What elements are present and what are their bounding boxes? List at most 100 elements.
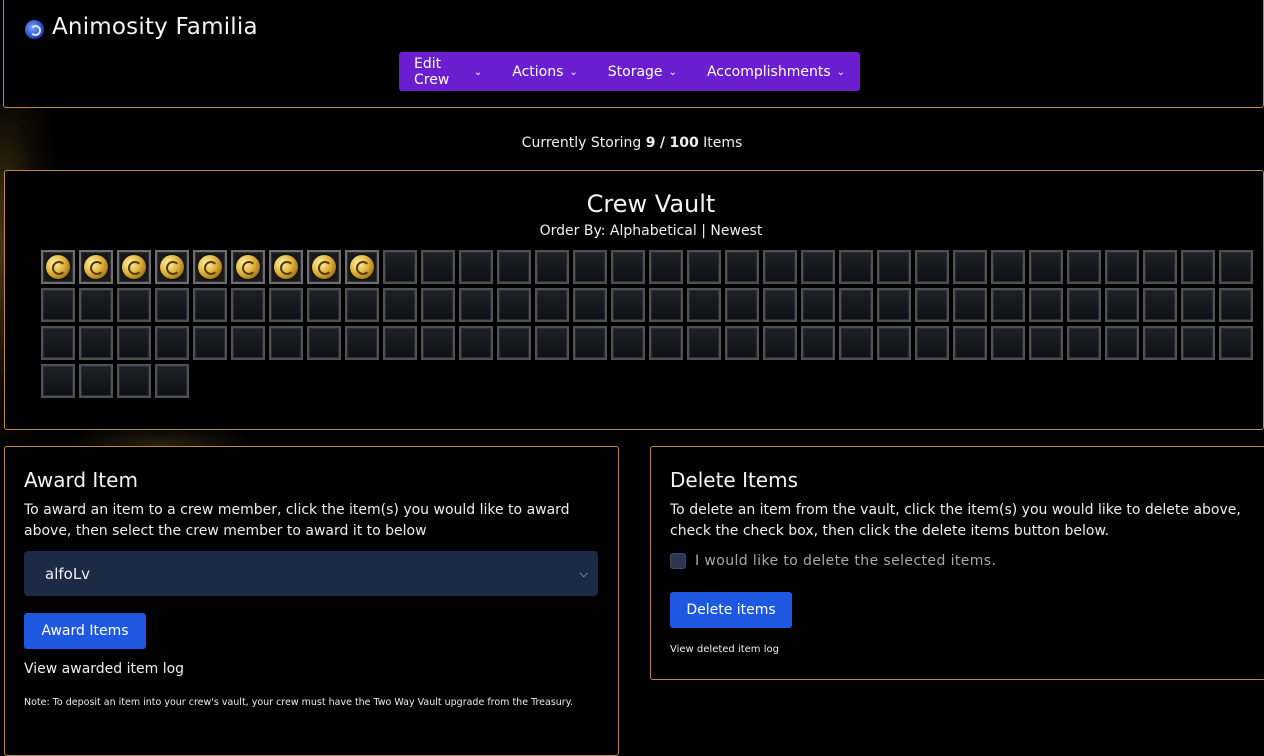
- vault-empty-slot[interactable]: [1105, 326, 1139, 360]
- vault-empty-slot[interactable]: [1143, 288, 1177, 322]
- vault-empty-slot[interactable]: [117, 364, 151, 398]
- vault-empty-slot[interactable]: [193, 326, 227, 360]
- vault-empty-slot[interactable]: [725, 288, 759, 322]
- vault-empty-slot[interactable]: [801, 326, 835, 360]
- vault-empty-slot[interactable]: [725, 250, 759, 284]
- vault-empty-slot[interactable]: [839, 326, 873, 360]
- vault-empty-slot[interactable]: [649, 326, 683, 360]
- vault-empty-slot[interactable]: [573, 326, 607, 360]
- delete-items-button[interactable]: Delete items: [670, 592, 792, 628]
- vault-empty-slot[interactable]: [1143, 250, 1177, 284]
- vault-empty-slot[interactable]: [307, 288, 341, 322]
- vault-item-slot[interactable]: [307, 250, 341, 284]
- vault-empty-slot[interactable]: [953, 326, 987, 360]
- vault-empty-slot[interactable]: [1143, 326, 1177, 360]
- vault-empty-slot[interactable]: [383, 288, 417, 322]
- vault-empty-slot[interactable]: [155, 288, 189, 322]
- vault-empty-slot[interactable]: [231, 326, 265, 360]
- vault-item-slot[interactable]: [117, 250, 151, 284]
- vault-empty-slot[interactable]: [991, 326, 1025, 360]
- vault-empty-slot[interactable]: [877, 326, 911, 360]
- vault-empty-slot[interactable]: [41, 364, 75, 398]
- vault-empty-slot[interactable]: [345, 288, 379, 322]
- vault-empty-slot[interactable]: [953, 288, 987, 322]
- view-awarded-log-link[interactable]: View awarded item log: [24, 661, 184, 677]
- nav-edit-crew[interactable]: Edit Crew ⌄: [399, 52, 497, 91]
- vault-empty-slot[interactable]: [535, 288, 569, 322]
- vault-item-slot[interactable]: [231, 250, 265, 284]
- vault-empty-slot[interactable]: [649, 288, 683, 322]
- vault-empty-slot[interactable]: [497, 288, 531, 322]
- vault-empty-slot[interactable]: [193, 288, 227, 322]
- vault-empty-slot[interactable]: [1181, 326, 1215, 360]
- vault-empty-slot[interactable]: [611, 326, 645, 360]
- vault-empty-slot[interactable]: [573, 288, 607, 322]
- vault-empty-slot[interactable]: [231, 288, 265, 322]
- vault-empty-slot[interactable]: [269, 326, 303, 360]
- vault-empty-slot[interactable]: [801, 288, 835, 322]
- vault-empty-slot[interactable]: [573, 250, 607, 284]
- vault-empty-slot[interactable]: [117, 326, 151, 360]
- vault-empty-slot[interactable]: [611, 250, 645, 284]
- vault-empty-slot[interactable]: [79, 288, 113, 322]
- vault-empty-slot[interactable]: [383, 250, 417, 284]
- vault-empty-slot[interactable]: [839, 288, 873, 322]
- vault-empty-slot[interactable]: [497, 250, 531, 284]
- vault-empty-slot[interactable]: [497, 326, 531, 360]
- vault-item-slot[interactable]: [41, 250, 75, 284]
- vault-empty-slot[interactable]: [1029, 250, 1063, 284]
- vault-empty-slot[interactable]: [801, 250, 835, 284]
- vault-empty-slot[interactable]: [687, 250, 721, 284]
- vault-item-slot[interactable]: [269, 250, 303, 284]
- vault-empty-slot[interactable]: [991, 288, 1025, 322]
- vault-empty-slot[interactable]: [345, 326, 379, 360]
- vault-empty-slot[interactable]: [1067, 326, 1101, 360]
- crew-member-select[interactable]: alfoLv ⌵: [24, 551, 598, 596]
- vault-empty-slot[interactable]: [1029, 288, 1063, 322]
- order-newest-link[interactable]: Newest: [710, 223, 762, 239]
- vault-empty-slot[interactable]: [421, 326, 455, 360]
- vault-empty-slot[interactable]: [41, 326, 75, 360]
- nav-storage[interactable]: Storage ⌄: [593, 52, 692, 91]
- vault-empty-slot[interactable]: [1219, 326, 1253, 360]
- vault-empty-slot[interactable]: [839, 250, 873, 284]
- vault-empty-slot[interactable]: [383, 326, 417, 360]
- vault-empty-slot[interactable]: [1219, 250, 1253, 284]
- vault-empty-slot[interactable]: [915, 250, 949, 284]
- delete-confirm-checkbox[interactable]: [670, 553, 686, 569]
- vault-empty-slot[interactable]: [459, 288, 493, 322]
- vault-empty-slot[interactable]: [763, 250, 797, 284]
- vault-empty-slot[interactable]: [269, 288, 303, 322]
- vault-empty-slot[interactable]: [953, 250, 987, 284]
- vault-empty-slot[interactable]: [1181, 250, 1215, 284]
- award-items-button[interactable]: Award Items: [24, 613, 146, 649]
- vault-item-slot[interactable]: [155, 250, 189, 284]
- vault-empty-slot[interactable]: [421, 288, 455, 322]
- vault-item-slot[interactable]: [79, 250, 113, 284]
- vault-empty-slot[interactable]: [307, 326, 341, 360]
- vault-empty-slot[interactable]: [155, 326, 189, 360]
- vault-empty-slot[interactable]: [763, 288, 797, 322]
- vault-empty-slot[interactable]: [991, 250, 1025, 284]
- vault-empty-slot[interactable]: [1067, 288, 1101, 322]
- nav-accomplishments[interactable]: Accomplishments ⌄: [692, 52, 860, 91]
- vault-empty-slot[interactable]: [459, 250, 493, 284]
- vault-empty-slot[interactable]: [1105, 288, 1139, 322]
- order-alphabetical-link[interactable]: Alphabetical: [610, 223, 697, 239]
- vault-empty-slot[interactable]: [877, 250, 911, 284]
- vault-empty-slot[interactable]: [1219, 288, 1253, 322]
- vault-empty-slot[interactable]: [1105, 250, 1139, 284]
- vault-empty-slot[interactable]: [535, 326, 569, 360]
- vault-empty-slot[interactable]: [687, 288, 721, 322]
- vault-item-slot[interactable]: [345, 250, 379, 284]
- vault-empty-slot[interactable]: [535, 250, 569, 284]
- view-deleted-log-link[interactable]: View deleted item log: [670, 644, 779, 655]
- vault-empty-slot[interactable]: [611, 288, 645, 322]
- vault-empty-slot[interactable]: [725, 326, 759, 360]
- vault-empty-slot[interactable]: [877, 288, 911, 322]
- vault-item-slot[interactable]: [193, 250, 227, 284]
- vault-empty-slot[interactable]: [915, 288, 949, 322]
- vault-empty-slot[interactable]: [459, 326, 493, 360]
- vault-empty-slot[interactable]: [117, 288, 151, 322]
- vault-empty-slot[interactable]: [915, 326, 949, 360]
